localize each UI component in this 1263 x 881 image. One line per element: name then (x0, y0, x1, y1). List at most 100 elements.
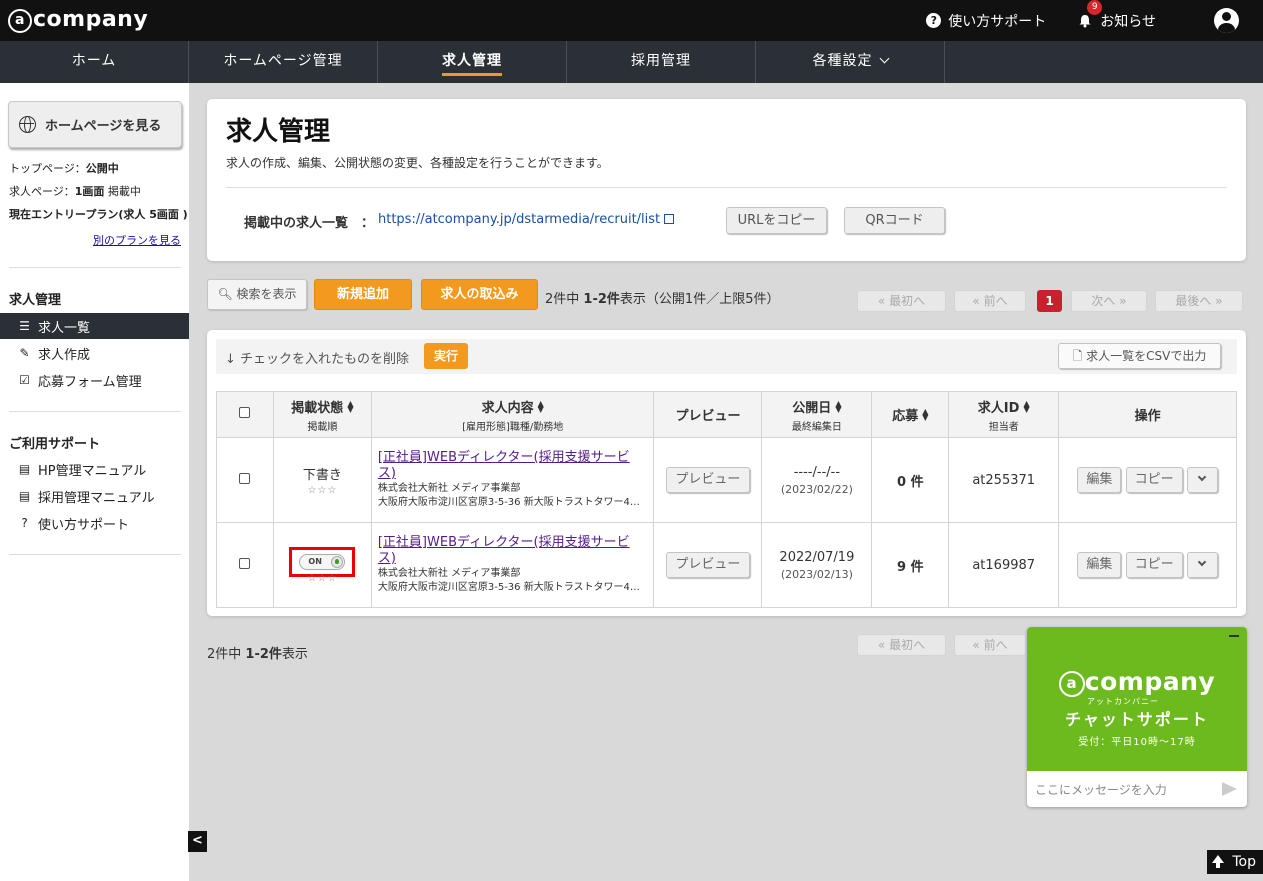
table-row: 下書き ☆☆☆ [正社員]WEBディレクター(採用支援サービス) 株式会社大新社 … (216, 437, 1237, 523)
select-all-cell (216, 391, 274, 438)
sidebar-collapse-button[interactable]: < (188, 831, 207, 852)
listing-url-link[interactable]: https://atcompany.jp/dstarmedia/recruit/… (378, 212, 675, 227)
chat-logo: a company (1027, 667, 1247, 697)
page-title: 求人管理 (226, 117, 331, 147)
external-link-icon (664, 214, 675, 224)
notification-count-badge: 9 (1087, 0, 1103, 15)
new-job-button[interactable]: 新規追加 (314, 279, 412, 310)
file-icon: 🗋 (1072, 349, 1083, 363)
nav-homepage-management[interactable]: ホームページ管理 (189, 41, 378, 83)
table-header-row: 掲載状態 ▲ ▼ 掲載順 求人内容 ▲ ▼ [雇用形態]職種/勤務地 プレビュー 公開日 ▲ ▼… (216, 391, 1237, 438)
pager-current-page[interactable]: 1 (1037, 290, 1062, 312)
other-plan-link[interactable]: 別のプランを見る (93, 232, 181, 248)
pager-first-button[interactable]: « 最初へ (857, 634, 946, 656)
row-checkbox[interactable] (239, 472, 251, 484)
user-avatar-icon[interactable] (1214, 8, 1239, 33)
edit-button[interactable]: 編集 (1077, 552, 1122, 578)
header-actions: 操作 (1058, 391, 1237, 438)
chevron-down-icon (1197, 557, 1207, 567)
row-checkbox[interactable] (239, 557, 251, 569)
execute-button[interactable]: 実行 (424, 343, 468, 369)
arrow-up-icon (1212, 855, 1224, 868)
pdf-icon: ▤ (18, 462, 31, 476)
header-job-id[interactable]: 求人ID ▲ ▼ 担当者 (948, 391, 1060, 438)
csv-export-button[interactable]: 🗋 求人一覧をCSVで出力 (1058, 343, 1221, 369)
more-actions-button[interactable] (1186, 552, 1218, 578)
sidebar-item-job-create[interactable]: ✎ 求人作成 (0, 340, 189, 366)
sidebar-item-help-support[interactable]: ? 使い方サポート (0, 510, 189, 536)
globe-icon (19, 116, 36, 133)
copy-button[interactable]: コピー (1125, 552, 1183, 578)
header-date[interactable]: 公開日 ▲ ▼ 最終編集日 (761, 391, 873, 438)
chat-title: チャットサポート (1065, 710, 1209, 729)
scroll-top-button[interactable]: Top (1207, 850, 1263, 874)
pager-prev-button[interactable]: « 前へ (954, 634, 1026, 656)
job-address: 大阪府大阪市淀川区宮原3-5-36 新大阪トラストタワー4… (377, 497, 640, 508)
top-bar: a company ? 使い方サポート 9 お知らせ (0, 0, 1263, 41)
pager-prev-button[interactable]: « 前へ (954, 290, 1026, 312)
application-count[interactable]: 9 件 (897, 560, 924, 575)
notifications-link[interactable]: 9 お知らせ (1078, 0, 1156, 31)
sidebar-item-hp-manual[interactable]: ▤ HP管理マニュアル (0, 456, 189, 482)
sidebar-item-job-list[interactable]: ☰ 求人一覧 (0, 313, 189, 339)
company-logo[interactable]: a company (8, 7, 148, 33)
minimize-icon[interactable] (1229, 635, 1239, 637)
view-homepage-button[interactable]: ホームページを見る (8, 101, 182, 148)
chat-header[interactable]: a company アットカンパニー チャットサポート 受付：平日10時～17時 (1027, 627, 1247, 771)
at-mark-icon: a (8, 9, 32, 33)
result-count: 2件中 1-2件表示（公開1件／上限5件） (545, 292, 780, 307)
sidebar-section-support: ご利用サポート (9, 437, 101, 452)
order-stars[interactable]: ☆☆☆ (274, 485, 371, 496)
preview-button[interactable]: プレビュー (665, 467, 750, 493)
more-actions-button[interactable] (1186, 467, 1218, 493)
publish-toggle[interactable]: ON (299, 553, 346, 570)
select-all-checkbox[interactable] (239, 407, 251, 418)
nav-home[interactable]: ホーム (0, 41, 189, 83)
job-title-link[interactable]: [正社員]WEBディレクター(採用支援サービス) (378, 450, 644, 482)
header-status[interactable]: 掲載状態 ▲ ▼ 掲載順 (272, 391, 372, 438)
job-address: 大阪府大阪市淀川区宮原3-5-36 新大阪トラストタワー4… (377, 582, 640, 593)
pager-first-button[interactable]: « 最初へ (857, 290, 946, 312)
chat-message-input[interactable]: ここにメッセージを入力 (1035, 781, 1215, 798)
job-id: at169987 (972, 557, 1036, 573)
job-company: 株式会社大新社 メディア事業部 (377, 568, 521, 579)
sidebar-divider (9, 267, 181, 268)
sidebar-item-recruit-manual[interactable]: ▤ 採用管理マニュアル (0, 483, 189, 509)
preview-button[interactable]: プレビュー (665, 552, 750, 578)
header-content[interactable]: 求人内容 ▲ ▼ [雇用形態]職種/勤務地 (370, 391, 655, 438)
job-title-link[interactable]: [正社員]WEBディレクター(採用支援サービス) (378, 535, 644, 567)
sort-icon: ▲ ▼ (537, 398, 544, 414)
sort-icon: ▲ ▼ (347, 398, 354, 414)
edit-button[interactable]: 編集 (1077, 467, 1122, 493)
at-mark-icon: a (1058, 671, 1085, 697)
chat-hours: 受付：平日10時～17時 (1078, 737, 1196, 748)
sidebar-item-form-management[interactable]: ☑ 応募フォーム管理 (0, 367, 189, 393)
copy-button[interactable]: コピー (1125, 467, 1183, 493)
pager-last-button[interactable]: 最後へ » (1155, 290, 1243, 312)
question-icon: ? (21, 516, 28, 530)
import-jobs-button[interactable]: 求人の取込み (421, 279, 538, 310)
sort-icon: ▲ ▼ (1023, 398, 1030, 414)
application-count[interactable]: 0 件 (897, 475, 924, 490)
page-header-panel: 求人管理 求人の作成、編集、公開状態の変更、各種設定を行うことができます。 掲載… (207, 99, 1246, 261)
pager-next-button[interactable]: 次へ » (1071, 290, 1147, 312)
power-icon (331, 555, 344, 568)
show-search-button[interactable]: 🔍︎ 検索を表示 (207, 279, 307, 310)
sidebar-divider (9, 411, 181, 412)
nav-settings[interactable]: 各種設定 (756, 41, 945, 83)
copy-url-button[interactable]: URLをコピー (726, 207, 827, 234)
help-support-link[interactable]: ? 使い方サポート (926, 11, 1046, 31)
chevron-down-icon (1197, 472, 1207, 482)
header-applications[interactable]: 応募 ▲ ▼ (871, 391, 950, 438)
qr-code-button[interactable]: QRコード (844, 207, 945, 234)
send-icon[interactable] (1222, 782, 1237, 796)
table-row: ON ☆☆☆ [正社員]WEBディレクター(採用支援サービス) 株式会社大新社 … (216, 522, 1237, 608)
current-plan: 現在エントリープラン(求人 5画面 ) (9, 208, 188, 221)
nav-job-management[interactable]: 求人管理 (378, 41, 567, 83)
nav-recruitment-management[interactable]: 採用管理 (567, 41, 756, 83)
job-company: 株式会社大新社 メディア事業部 (377, 483, 521, 494)
job-table: 掲載状態 ▲ ▼ 掲載順 求人内容 ▲ ▼ [雇用形態]職種/勤務地 プレビュー 公開日 ▲ ▼… (216, 391, 1237, 608)
job-page-status: 求人ページ：1画面 掲載中 (9, 185, 141, 198)
status-draft: 下書き (302, 468, 342, 483)
edit-icon: ✎ (19, 346, 30, 360)
